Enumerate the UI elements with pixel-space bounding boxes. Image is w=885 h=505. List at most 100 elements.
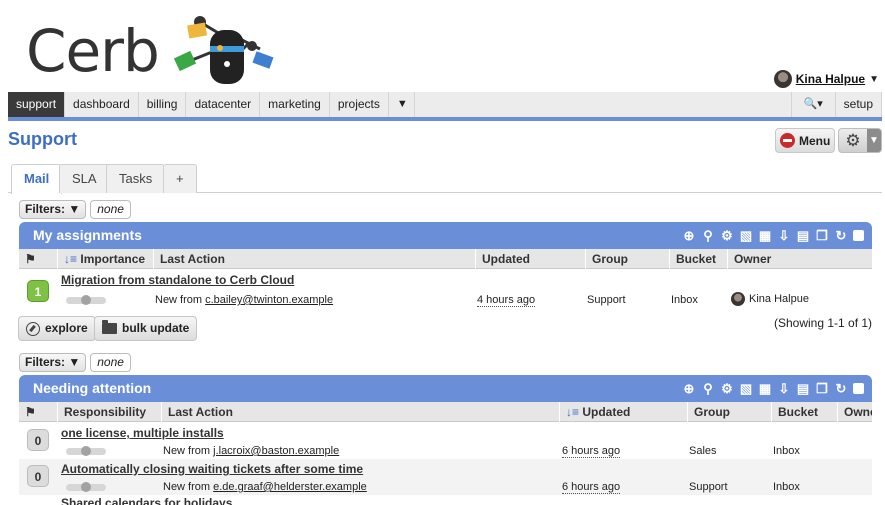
chevron-down-icon[interactable]: ▼ [869,74,879,85]
worklist-columns: ⚑ Responsibility Last Action ↓≡ Updated … [19,402,872,422]
add-icon[interactable]: ⊕ [682,375,696,402]
filters-button[interactable]: Filters: ▼ [19,353,87,372]
group-cell: Sales [689,445,717,457]
col-bucket[interactable]: Bucket [669,249,727,269]
bulk-update-button[interactable]: bulk update [94,316,198,341]
copy-icon[interactable]: ❐ [815,375,829,402]
export-icon[interactable]: ▤ [796,222,810,249]
gear-icon[interactable]: ⚙ [720,222,734,249]
col-last-action[interactable]: Last Action [153,249,475,269]
importance-badge: 0 [27,429,49,451]
import-icon[interactable]: ⇩ [777,375,791,402]
nav-tab-billing[interactable]: billing [139,92,187,117]
subtotals-icon[interactable]: ▦ [758,222,772,249]
nav-search-icon[interactable]: 🔍▾ [792,92,836,117]
cerb-logo[interactable]: Cerb [26,14,276,89]
tab-mail[interactable]: Mail [11,164,63,194]
nav-tab-marketing[interactable]: marketing [260,92,330,117]
col-owner[interactable]: Owner [837,402,872,422]
col-group[interactable]: Group [585,249,669,269]
nav-more-chevron-icon[interactable]: ▼ [389,92,415,117]
user-name[interactable]: Kina Halpue [796,72,865,86]
nav-tab-support[interactable]: support [8,92,66,117]
tab-add[interactable]: + [163,164,197,193]
sender-email-link[interactable]: e.de.graaf@helderster.example [213,481,367,493]
bucket-cell: Inbox [773,481,800,493]
sender-email-link[interactable]: c.bailey@twinton.example [205,294,333,306]
group-cell: Support [587,294,626,306]
logo-text: Cerb [26,17,160,85]
nav-tab-projects[interactable]: projects [330,92,389,117]
importance-slider[interactable] [66,446,106,456]
compass-icon [26,321,40,336]
gear-icon[interactable]: ⚙ [720,375,734,402]
tab-tasks[interactable]: Tasks [106,164,166,193]
page-tabs: Mail SLA Tasks + [8,164,882,194]
importance-slider[interactable] [66,295,106,305]
chart-icon[interactable]: ▧ [739,375,753,402]
importance-slider[interactable] [66,482,106,492]
col-owner[interactable]: Owner [727,249,872,269]
col-responsibility[interactable]: Responsibility [57,402,161,422]
chart-icon[interactable]: ▧ [739,222,753,249]
filters-bar: Filters: ▼ none [19,353,131,372]
table-row: 0 Automatically closing waiting tickets … [19,459,872,495]
last-action: New from e.de.graaf@helderster.example [163,481,367,493]
bucket-cell: Inbox [671,294,698,306]
worklist-title: Needing attention [33,380,152,396]
user-menu[interactable]: Kina Halpue ▼ [773,70,879,88]
ticket-subject-link[interactable]: Automatically closing waiting tickets af… [61,462,363,476]
nav-tab-dashboard[interactable]: dashboard [65,92,139,117]
refresh-icon[interactable]: ↻ [834,375,848,402]
table-row: Shared calendars for holidays [19,495,872,505]
filters-value[interactable]: none [90,353,131,372]
col-group[interactable]: Group [687,402,771,422]
page-menu-button[interactable]: Menu [775,128,835,153]
menu-stop-icon [780,133,795,148]
col-updated[interactable]: Updated [475,249,585,269]
nav-setup[interactable]: setup [836,92,882,117]
add-icon[interactable]: ⊕ [682,222,696,249]
explore-button[interactable]: explore [18,316,96,341]
worklist-toolbar: ⊕ ⚲ ⚙ ▧ ▦ ⇩ ▤ ❐ ↻ [682,222,864,249]
page-config-button[interactable]: ⚙ ▼ [838,128,882,153]
col-importance[interactable]: ↓≡ Importance [57,249,153,269]
ticket-subject-link[interactable]: Shared calendars for holidays [61,496,232,505]
worklist-header: Needing attention ⊕ ⚲ ⚙ ▧ ▦ ⇩ ▤ ❐ ↻ [19,375,872,402]
flag-icon[interactable]: ⚑ [19,402,57,422]
updated-time: 4 hours ago [477,294,536,307]
bucket-cell: Inbox [773,445,800,457]
ticket-subject-link[interactable]: Migration from standalone to Cerb Cloud [61,273,294,287]
col-updated[interactable]: ↓≡ Updated [559,402,687,422]
worklist-columns: ⚑ ↓≡ Importance Last Action Updated Grou… [19,249,872,269]
export-icon[interactable]: ▤ [796,375,810,402]
import-icon[interactable]: ⇩ [777,222,791,249]
nav-tab-datacenter[interactable]: datacenter [186,92,261,117]
ticket-subject-link[interactable]: one license, multiple installs [61,426,224,440]
user-avatar [773,70,792,88]
refresh-icon[interactable]: ↻ [834,222,848,249]
worklist-title: My assignments [33,227,142,243]
filters-value[interactable]: none [90,200,131,219]
sender-email-link[interactable]: j.lacroix@baston.example [213,445,339,457]
page-title: Support [8,129,77,149]
paging-summary: (Showing 1-1 of 1) [774,316,873,330]
updated-time: 6 hours ago [562,445,621,458]
search-icon[interactable]: ⚲ [701,375,715,402]
updated-time: 6 hours ago [562,481,621,494]
nav-spacer [415,92,792,117]
last-action: New from c.bailey@twinton.example [155,294,334,306]
subtotals-icon[interactable]: ▦ [758,375,772,402]
filters-button[interactable]: Filters: ▼ [19,200,87,219]
owner-avatar [731,292,745,306]
importance-badge: 1 [27,280,49,302]
copy-icon[interactable]: ❐ [815,222,829,249]
select-all-checkbox[interactable] [853,230,864,241]
col-last-action[interactable]: Last Action [161,402,559,422]
search-icon[interactable]: ⚲ [701,222,715,249]
select-all-checkbox[interactable] [853,383,864,394]
flag-icon[interactable]: ⚑ [19,249,57,269]
last-action: New from j.lacroix@baston.example [163,445,340,457]
col-bucket[interactable]: Bucket [771,402,837,422]
tab-sla[interactable]: SLA [59,164,110,193]
